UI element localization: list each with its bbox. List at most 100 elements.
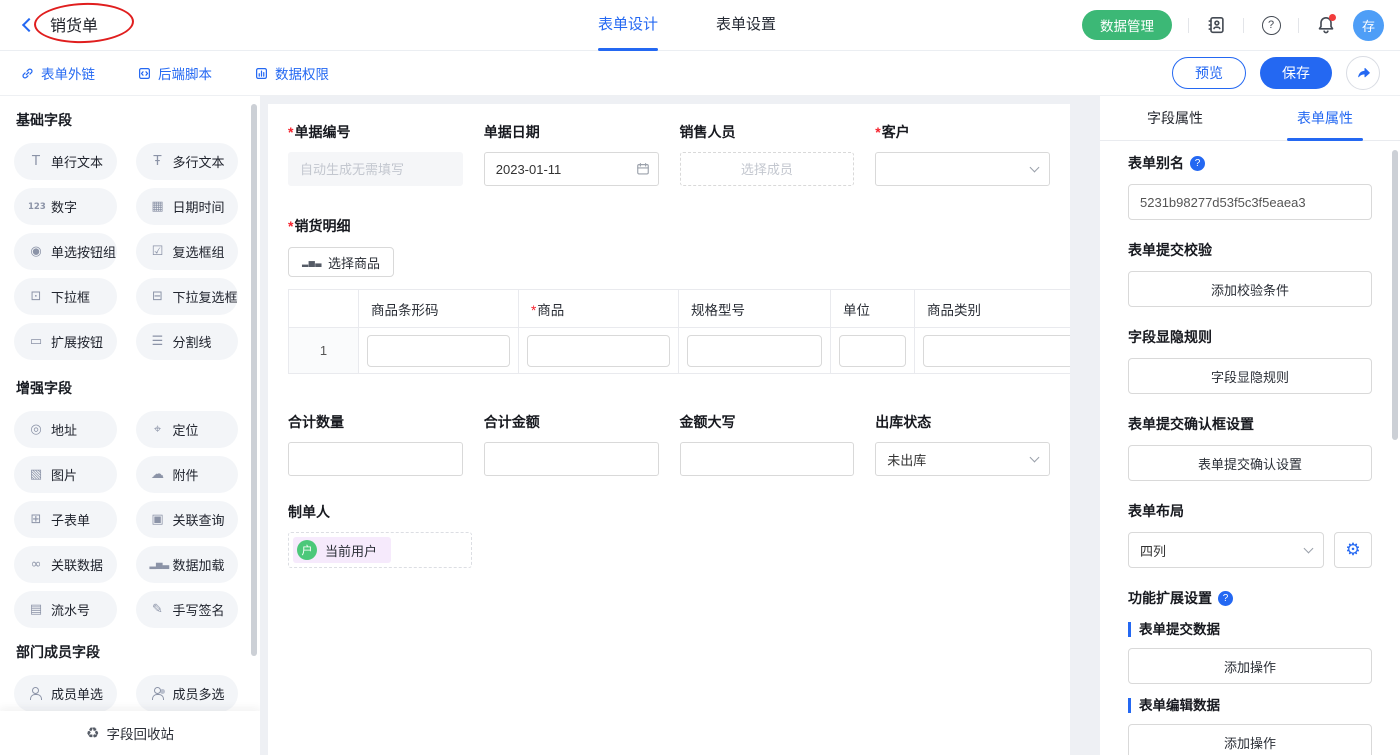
select-product-button[interactable]: ▂▅▃ 选择商品 bbox=[288, 247, 394, 277]
add-validation-button[interactable]: 添加校验条件 bbox=[1128, 271, 1372, 307]
customer-select[interactable] bbox=[875, 152, 1050, 186]
amount-words-input[interactable] bbox=[680, 442, 855, 476]
divider-lines-icon: ☰ bbox=[150, 334, 166, 349]
tab-form-settings[interactable]: 表单设置 bbox=[716, 0, 776, 51]
tab-form-properties[interactable]: 表单属性 bbox=[1250, 96, 1400, 140]
calendar-icon[interactable] bbox=[636, 162, 650, 176]
chevron-down-icon bbox=[1030, 453, 1040, 463]
field-item-location[interactable]: ⌖定位 bbox=[136, 411, 239, 448]
section-field-visibility: 字段显隐规则 字段显隐规则 bbox=[1128, 327, 1372, 394]
field-item-serial-number[interactable]: ▤流水号 bbox=[14, 591, 117, 628]
field-order-no[interactable]: *单据编号 bbox=[288, 122, 463, 186]
help-badge-icon[interactable]: ? bbox=[1218, 591, 1233, 606]
help-icon[interactable]: ? bbox=[1260, 14, 1282, 36]
field-label: 合计数量 bbox=[288, 412, 463, 432]
field-item-subform[interactable]: ⊞子表单 bbox=[14, 501, 117, 538]
user-avatar[interactable]: 存 bbox=[1353, 10, 1384, 41]
field-item-multi-select[interactable]: ⊟下拉复选框 bbox=[136, 278, 239, 315]
field-item-number[interactable]: 123数字 bbox=[14, 188, 117, 225]
external-link-action[interactable]: 表单外链 bbox=[20, 63, 95, 83]
field-item-divider[interactable]: ☰分割线 bbox=[136, 323, 239, 360]
detail-table-wrap: 商品条形码 *商品 规格型号 单位 商品类别 1 bbox=[288, 289, 1070, 374]
field-item-member-multi[interactable]: 成员多选 bbox=[136, 675, 239, 712]
spec-cell-input[interactable] bbox=[687, 335, 822, 367]
field-label: 客户 bbox=[882, 124, 910, 140]
product-cell-input[interactable] bbox=[527, 335, 670, 367]
field-item-attachment[interactable]: ☁附件 bbox=[136, 456, 239, 493]
field-item-radio-group[interactable]: ◉单选按钮组 bbox=[14, 233, 117, 270]
field-item-linked-data[interactable]: ∞关联数据 bbox=[14, 546, 117, 583]
button-icon: ▭ bbox=[28, 334, 44, 349]
address-book-icon[interactable] bbox=[1205, 14, 1227, 36]
section-title-enhanced-fields: 增强字段 bbox=[16, 378, 238, 398]
field-item-extend-button[interactable]: ▭扩展按钮 bbox=[14, 323, 117, 360]
header-tabs: 表单设计 表单设置 bbox=[598, 0, 776, 51]
total-amount-input[interactable] bbox=[484, 442, 659, 476]
backend-script-action[interactable]: 后端脚本 bbox=[137, 63, 212, 83]
field-customer[interactable]: *客户 bbox=[875, 122, 1050, 186]
data-permission-action[interactable]: 数据权限 bbox=[254, 63, 329, 83]
serial-icon: ▤ bbox=[28, 602, 44, 617]
salesperson-input[interactable] bbox=[680, 152, 855, 186]
field-order-date[interactable]: 单据日期 bbox=[484, 122, 659, 186]
field-item-datetime[interactable]: ▦日期时间 bbox=[136, 188, 239, 225]
outbound-status-select[interactable]: 未出库 bbox=[875, 442, 1050, 476]
order-no-input[interactable] bbox=[288, 152, 463, 186]
field-item-data-load[interactable]: ▂▅▃数据加载 bbox=[136, 546, 239, 583]
save-button[interactable]: 保存 bbox=[1260, 57, 1332, 89]
current-user-tag: 户 当前用户 bbox=[293, 537, 391, 563]
form-layout-select[interactable]: 四列 bbox=[1128, 532, 1324, 568]
field-total-amount[interactable]: 合计金额 bbox=[484, 412, 659, 476]
share-button[interactable] bbox=[1346, 56, 1380, 90]
row-index-header bbox=[289, 290, 359, 328]
field-total-qty[interactable]: 合计数量 bbox=[288, 412, 463, 476]
help-badge-icon[interactable]: ? bbox=[1190, 156, 1205, 171]
tab-field-properties[interactable]: 字段属性 bbox=[1100, 96, 1250, 140]
tab-form-design[interactable]: 表单设计 bbox=[598, 0, 658, 51]
field-item-textarea[interactable]: Ŧ多行文本 bbox=[136, 143, 239, 180]
sidebar-scrollbar[interactable] bbox=[251, 104, 257, 656]
back-icon[interactable] bbox=[22, 18, 36, 32]
creator-field-box[interactable]: 户 当前用户 bbox=[288, 532, 472, 568]
field-recycle-bin[interactable]: ♻ 字段回收站 bbox=[0, 711, 260, 755]
form-alias-input[interactable] bbox=[1128, 184, 1372, 220]
data-manage-button[interactable]: 数据管理 bbox=[1082, 10, 1172, 40]
field-outbound-status[interactable]: 出库状态 未出库 bbox=[875, 412, 1050, 476]
field-item-linked-query[interactable]: ▣关联查询 bbox=[136, 501, 239, 538]
category-cell-input[interactable] bbox=[923, 335, 1070, 367]
edit-data-subsection-label: 表单编辑数据 bbox=[1128, 698, 1372, 713]
field-visibility-button[interactable]: 字段显隐规则 bbox=[1128, 358, 1372, 394]
detail-table: 商品条形码 *商品 规格型号 单位 商品类别 1 bbox=[288, 289, 1070, 374]
submit-data-add-action-button[interactable]: 添加操作 bbox=[1128, 648, 1372, 684]
field-item-checkbox-group[interactable]: ☑复选框组 bbox=[136, 233, 239, 270]
unit-cell-input[interactable] bbox=[839, 335, 906, 367]
bar-chart-icon: ▂▅▃ bbox=[302, 258, 322, 267]
submit-confirm-button[interactable]: 表单提交确认设置 bbox=[1128, 445, 1372, 481]
field-item-select[interactable]: ⊡下拉框 bbox=[14, 278, 117, 315]
preview-button[interactable]: 预览 bbox=[1172, 57, 1246, 89]
field-item-address[interactable]: ◎地址 bbox=[14, 411, 117, 448]
header-actions: 数据管理 ? 存 bbox=[1082, 10, 1384, 41]
total-qty-input[interactable] bbox=[288, 442, 463, 476]
notification-bell-icon[interactable] bbox=[1315, 14, 1337, 36]
field-item-member-single[interactable]: 成员单选 bbox=[14, 675, 117, 712]
field-item-text[interactable]: T单行文本 bbox=[14, 143, 117, 180]
properties-body: 表单别名 ? 表单提交校验 添加校验条件 字段显隐规则 字段显隐规则 表单提交确… bbox=[1100, 153, 1400, 755]
field-visibility-label: 字段显隐规则 bbox=[1128, 327, 1372, 347]
col-header-barcode: 商品条形码 bbox=[359, 290, 519, 328]
field-amount-words[interactable]: 金额大写 bbox=[680, 412, 855, 476]
barcode-cell-input[interactable] bbox=[367, 335, 510, 367]
field-label: 单据日期 bbox=[484, 122, 659, 142]
order-date-input[interactable] bbox=[484, 152, 659, 186]
layout-settings-button[interactable]: ⚙ bbox=[1334, 532, 1372, 568]
main-body: 基础字段 T单行文本 Ŧ多行文本 123数字 ▦日期时间 ◉单选按钮组 ☑复选框… bbox=[0, 96, 1400, 755]
field-label: 销售人员 bbox=[680, 122, 855, 142]
field-creator[interactable]: 制单人 户 当前用户 bbox=[288, 502, 1050, 568]
chain-icon: ∞ bbox=[28, 557, 44, 572]
panel-scrollbar[interactable] bbox=[1392, 150, 1398, 440]
field-item-signature[interactable]: ✎手写签名 bbox=[136, 591, 239, 628]
edit-data-add-action-button[interactable]: 添加操作 bbox=[1128, 724, 1372, 755]
toolbar-links: 表单外链 后端脚本 数据权限 bbox=[20, 63, 329, 83]
field-salesperson[interactable]: 销售人员 bbox=[680, 122, 855, 186]
field-item-image[interactable]: ▧图片 bbox=[14, 456, 117, 493]
